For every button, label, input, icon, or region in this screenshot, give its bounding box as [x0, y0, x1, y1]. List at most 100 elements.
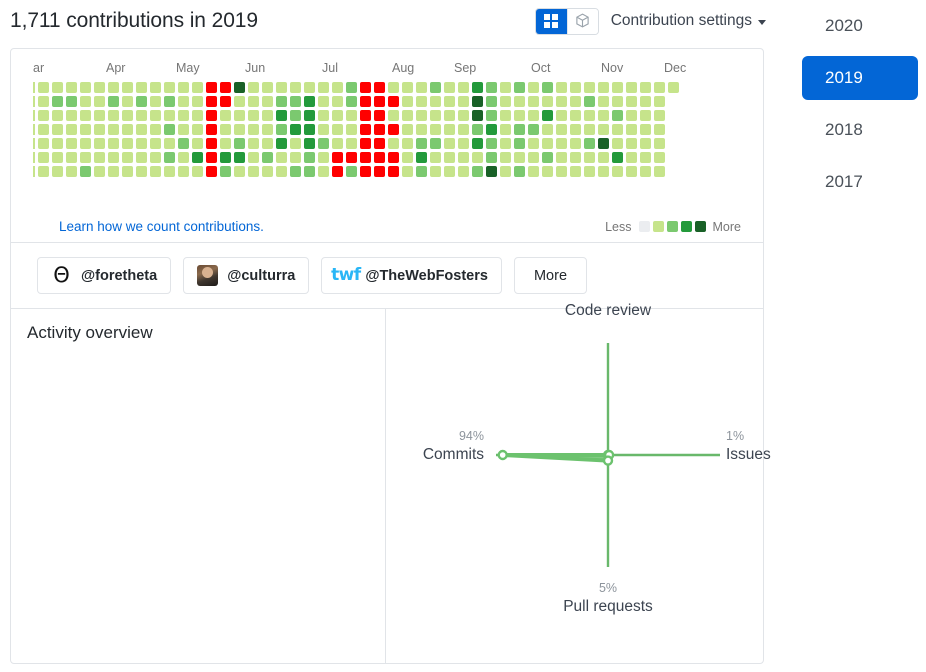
calendar-day-cell[interactable] [248, 166, 259, 177]
calendar-day-cell[interactable] [234, 82, 245, 93]
calendar-day-cell-highlighted[interactable] [360, 124, 371, 135]
calendar-day-cell-highlighted[interactable] [360, 110, 371, 121]
calendar-day-cell[interactable] [542, 124, 553, 135]
calendar-day-cell[interactable] [430, 166, 441, 177]
calendar-day-cell[interactable] [248, 110, 259, 121]
calendar-day-cell[interactable] [486, 124, 497, 135]
calendar-day-cell[interactable] [192, 96, 203, 107]
calendar-day-cell[interactable] [402, 96, 413, 107]
calendar-day-cell[interactable] [654, 138, 665, 149]
calendar-day-cell[interactable] [38, 110, 49, 121]
calendar-day-cell[interactable] [486, 138, 497, 149]
calendar-day-cell-highlighted[interactable] [332, 166, 343, 177]
calendar-day-cell[interactable] [570, 138, 581, 149]
calendar-day-cell[interactable] [108, 82, 119, 93]
calendar-day-cell[interactable] [262, 166, 273, 177]
calendar-day-cell[interactable] [528, 82, 539, 93]
calendar-day-cell-highlighted[interactable] [374, 166, 385, 177]
calendar-day-cell[interactable] [472, 110, 483, 121]
calendar-day-cell[interactable] [486, 110, 497, 121]
calendar-day-cell[interactable] [80, 124, 91, 135]
calendar-day-cell[interactable] [108, 124, 119, 135]
calendar-day-cell[interactable] [444, 96, 455, 107]
calendar-day-cell[interactable] [388, 138, 399, 149]
calendar-day-cell[interactable] [136, 82, 147, 93]
calendar-day-cell-highlighted[interactable] [360, 166, 371, 177]
calendar-day-cell[interactable] [192, 82, 203, 93]
calendar-day-cell[interactable] [598, 96, 609, 107]
calendar-day-cell[interactable] [164, 96, 175, 107]
calendar-day-cell-highlighted[interactable] [206, 152, 217, 163]
calendar-day-cell[interactable] [38, 96, 49, 107]
calendar-day-cell[interactable] [542, 96, 553, 107]
calendar-day-cell[interactable] [430, 110, 441, 121]
calendar-day-cell[interactable] [318, 96, 329, 107]
calendar-day-cell[interactable] [486, 166, 497, 177]
calendar-day-cell[interactable] [528, 138, 539, 149]
view-toggle-group[interactable] [534, 7, 599, 35]
calendar-day-cell[interactable] [458, 110, 469, 121]
calendar-day-cell[interactable] [122, 138, 133, 149]
calendar-day-cell[interactable] [626, 96, 637, 107]
calendar-day-cell-highlighted[interactable] [360, 138, 371, 149]
calendar-day-cell[interactable] [500, 82, 511, 93]
calendar-day-cell-highlighted[interactable] [374, 110, 385, 121]
calendar-day-cell[interactable] [66, 82, 77, 93]
calendar-day-cell[interactable] [528, 166, 539, 177]
calendar-day-cell[interactable] [612, 110, 623, 121]
calendar-day-cell[interactable] [318, 110, 329, 121]
grid-view-button[interactable] [535, 8, 567, 34]
calendar-day-cell[interactable] [668, 82, 679, 93]
calendar-day-cell[interactable] [528, 152, 539, 163]
contribution-settings-button[interactable]: Contribution settings [611, 12, 766, 30]
calendar-day-cell[interactable] [290, 124, 301, 135]
calendar-day-cell-highlighted[interactable] [360, 152, 371, 163]
calendar-day-cell[interactable] [304, 124, 315, 135]
calendar-day-cell[interactable] [94, 166, 105, 177]
calendar-day-cell[interactable] [304, 152, 315, 163]
calendar-day-cell[interactable] [276, 166, 287, 177]
calendar-day-cell[interactable] [444, 82, 455, 93]
calendar-day-cell[interactable] [458, 138, 469, 149]
calendar-day-cell[interactable] [472, 96, 483, 107]
calendar-day-cell[interactable] [570, 152, 581, 163]
calendar-day-cell[interactable] [556, 152, 567, 163]
calendar-day-cell[interactable] [402, 152, 413, 163]
calendar-day-cell-highlighted[interactable] [206, 138, 217, 149]
calendar-day-cell[interactable] [556, 110, 567, 121]
calendar-day-cell[interactable] [584, 110, 595, 121]
calendar-day-cell[interactable] [430, 82, 441, 93]
calendar-day-cell[interactable] [94, 110, 105, 121]
calendar-day-cell[interactable] [66, 96, 77, 107]
calendar-day-cell[interactable] [584, 96, 595, 107]
calendar-day-cell-highlighted[interactable] [206, 110, 217, 121]
calendar-day-cell[interactable] [514, 152, 525, 163]
calendar-day-cell[interactable] [178, 138, 189, 149]
calendar-day-cell[interactable] [542, 82, 553, 93]
calendar-day-cell[interactable] [640, 124, 651, 135]
calendar-day-cell[interactable] [570, 124, 581, 135]
calendar-day-cell-highlighted[interactable] [206, 124, 217, 135]
calendar-day-cell[interactable] [262, 110, 273, 121]
calendar-day-cell[interactable] [94, 96, 105, 107]
calendar-day-cell[interactable] [458, 82, 469, 93]
calendar-day-cell[interactable] [514, 82, 525, 93]
calendar-day-cell[interactable] [80, 152, 91, 163]
calendar-day-cell[interactable] [514, 138, 525, 149]
cube-view-button[interactable] [566, 8, 598, 34]
calendar-day-cell[interactable] [108, 166, 119, 177]
calendar-day-cell[interactable] [52, 110, 63, 121]
calendar-day-cell[interactable] [304, 82, 315, 93]
calendar-day-cell-highlighted[interactable] [346, 152, 357, 163]
calendar-day-cell[interactable] [276, 110, 287, 121]
calendar-day-cell[interactable] [444, 166, 455, 177]
calendar-day-cell[interactable] [262, 138, 273, 149]
calendar-day-cell[interactable] [612, 124, 623, 135]
calendar-day-cell-highlighted[interactable] [374, 152, 385, 163]
calendar-day-cell[interactable] [486, 82, 497, 93]
year-button-2019[interactable]: 2019 [802, 56, 918, 100]
calendar-day-cell[interactable] [234, 124, 245, 135]
calendar-day-cell[interactable] [318, 82, 329, 93]
calendar-day-cell[interactable] [290, 110, 301, 121]
calendar-day-cell[interactable] [402, 110, 413, 121]
